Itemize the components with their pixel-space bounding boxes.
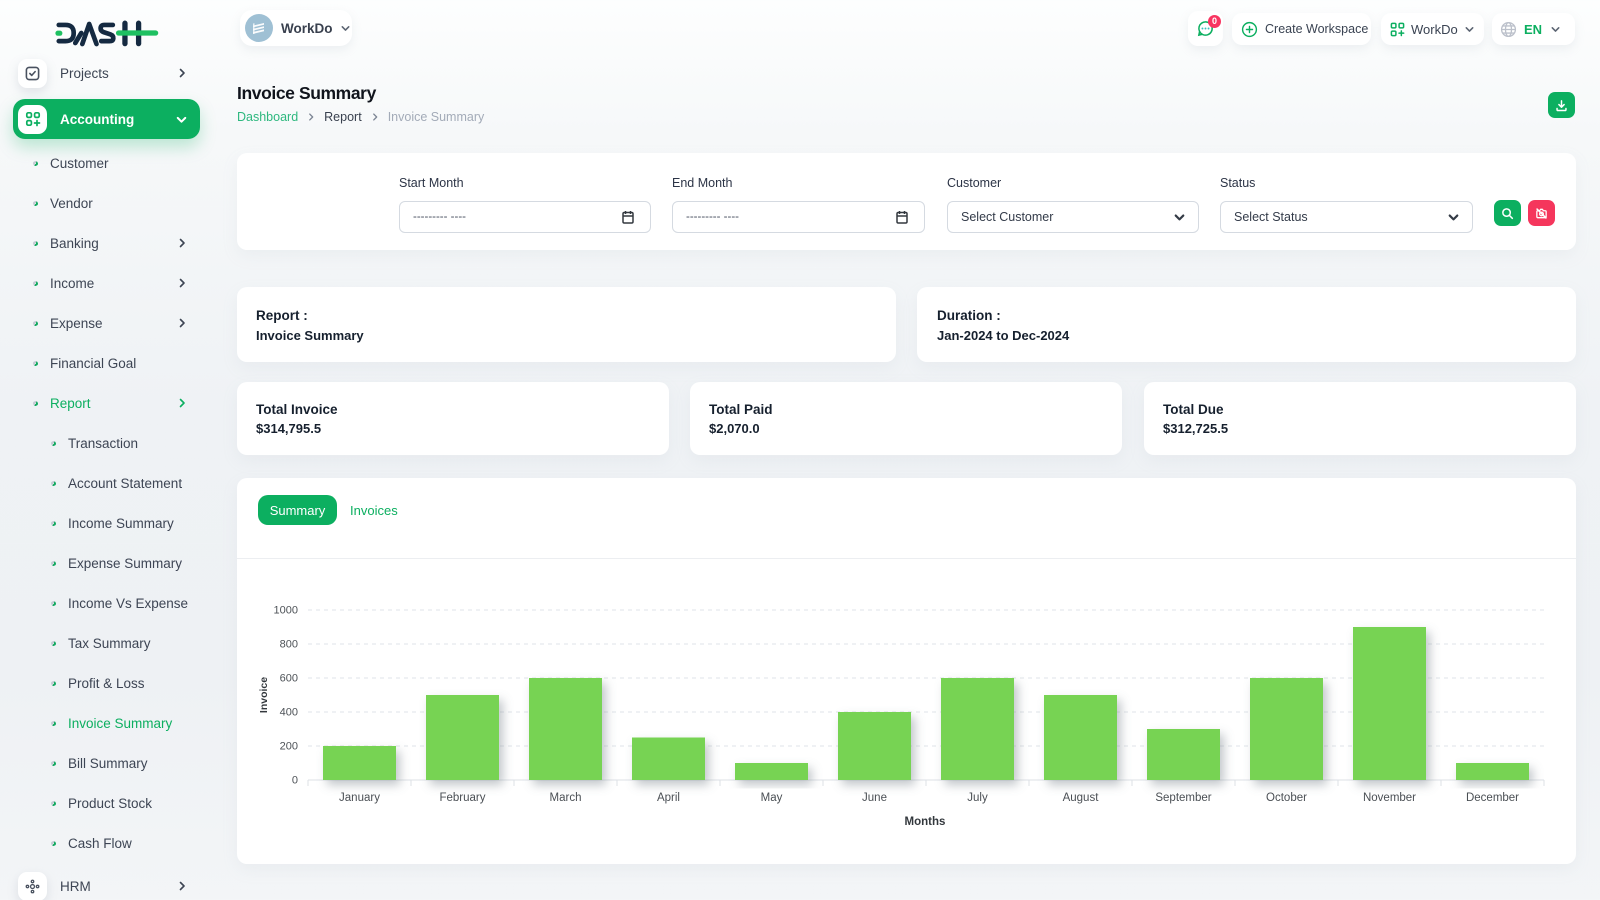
svg-text:March: March: [550, 792, 582, 804]
svg-text:Invoice: Invoice: [258, 677, 270, 713]
svg-text:400: 400: [280, 707, 298, 719]
svg-text:600: 600: [280, 673, 298, 685]
svg-text:1000: 1000: [274, 605, 298, 617]
svg-text:800: 800: [280, 639, 298, 651]
svg-text:0: 0: [292, 775, 298, 787]
svg-text:November: November: [1363, 792, 1416, 804]
svg-text:September: September: [1155, 792, 1211, 804]
svg-text:January: January: [339, 792, 380, 804]
svg-text:April: April: [657, 792, 680, 804]
svg-text:May: May: [761, 792, 783, 804]
svg-text:July: July: [967, 792, 988, 804]
svg-text:200: 200: [280, 741, 298, 753]
svg-text:August: August: [1063, 792, 1100, 804]
svg-text:June: June: [862, 792, 887, 804]
svg-text:Months: Months: [905, 816, 946, 828]
svg-text:December: December: [1466, 792, 1519, 804]
svg-text:October: October: [1266, 792, 1307, 804]
svg-text:February: February: [439, 792, 485, 804]
